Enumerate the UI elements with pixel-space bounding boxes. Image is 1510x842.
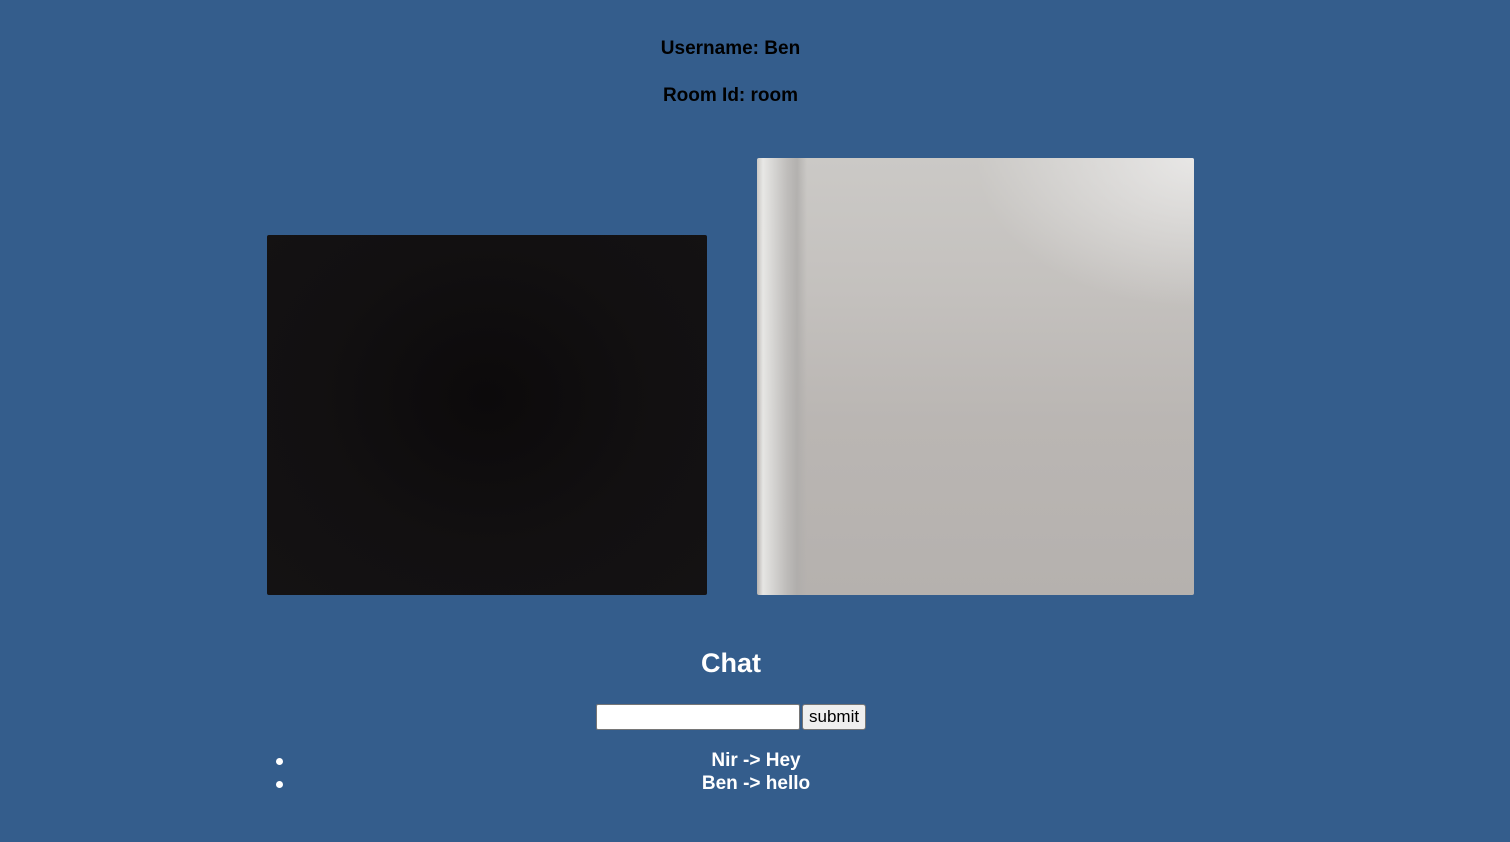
username-label: Username: Ben (660, 38, 801, 59)
remote-video (757, 158, 1194, 595)
chat-title: Chat (701, 648, 761, 678)
message-text: Ben -> hello (701, 773, 811, 794)
list-item: Nir -> Hey (267, 750, 1245, 773)
bullet-icon (276, 758, 283, 765)
chat-message-input[interactable] (596, 704, 800, 730)
chat-message-list: Nir -> Hey Ben -> hello (267, 750, 1245, 796)
local-video (267, 235, 707, 595)
submit-button[interactable]: submit (802, 704, 867, 730)
message-text: Nir -> Hey (711, 750, 801, 771)
room-id-label: Room Id: room (662, 85, 799, 106)
list-item: Ben -> hello (267, 773, 1245, 796)
bullet-icon (276, 781, 283, 788)
video-chat-page: Username: Ben Room Id: room Chat submit … (0, 0, 1510, 842)
remote-video-highlight (974, 158, 1194, 308)
chat-form: submit (596, 704, 867, 730)
